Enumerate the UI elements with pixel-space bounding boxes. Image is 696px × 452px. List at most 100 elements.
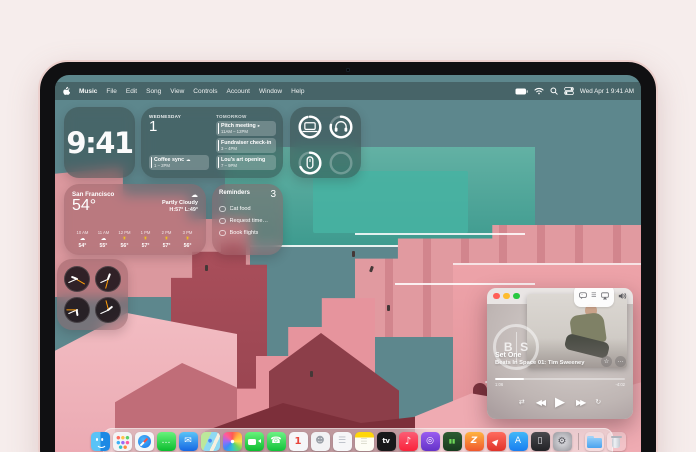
dock-contacts-icon[interactable]: ☻ bbox=[311, 432, 330, 451]
dock: …✉●☎1☻☰☰tv♪◎▮▮Z▲A▯⚙ bbox=[103, 428, 613, 452]
reminder-text: Request time… bbox=[230, 218, 269, 224]
reminder-checkbox[interactable] bbox=[219, 206, 226, 213]
reminder-item[interactable]: Request time… bbox=[219, 218, 276, 225]
calendar-event[interactable]: Fundraiser check-in3 – 4PM bbox=[216, 138, 276, 153]
reminder-checkbox[interactable] bbox=[219, 230, 226, 237]
dock-downloads-folder-icon[interactable] bbox=[585, 432, 604, 451]
reminders-count: 3 bbox=[270, 190, 276, 200]
transport-controls: ⇄◀◀▶▶▶↻ bbox=[487, 388, 633, 416]
play-button[interactable]: ▶ bbox=[555, 394, 565, 410]
volume-icon[interactable] bbox=[618, 288, 627, 305]
menu-clock[interactable]: Wed Apr 1 9:41 AM bbox=[580, 88, 634, 95]
close-button[interactable] bbox=[493, 293, 500, 300]
airplay-icon[interactable] bbox=[601, 288, 609, 305]
weather-hour: 3 PM☀56° bbox=[177, 230, 198, 249]
calendar-day: 1 bbox=[149, 119, 209, 135]
menu-item-controls[interactable]: Controls bbox=[193, 88, 217, 95]
dock-music-icon[interactable]: ♪ bbox=[399, 432, 418, 451]
minimize-button[interactable] bbox=[503, 293, 510, 300]
dock-notes-icon[interactable]: ☰ bbox=[355, 432, 374, 451]
widget-clock[interactable]: 9:41 bbox=[64, 107, 135, 178]
battery-icon[interactable] bbox=[515, 88, 528, 95]
dock-maps-icon[interactable]: ● bbox=[201, 432, 220, 451]
calendar-event[interactable]: Lou's art opening7 – 9PM bbox=[216, 155, 276, 170]
analog-clock bbox=[64, 266, 90, 292]
lyrics-icon[interactable]: “ bbox=[579, 288, 587, 305]
menu-item-file[interactable]: File bbox=[106, 88, 116, 95]
dock-mail-icon[interactable]: ✉ bbox=[179, 432, 198, 451]
widget-calendar[interactable]: WEDNESDAY 1 Coffee sync☁1 – 2PM TOMORROW… bbox=[141, 107, 283, 178]
weather-hourly-forecast: 10 AM☁54°11 AM☁55°12 PM☀56°1 PM☀57°2 PM☀… bbox=[72, 230, 198, 249]
weather-hour: 11 AM☁55° bbox=[93, 230, 114, 249]
wifi-icon[interactable] bbox=[534, 87, 544, 95]
reminder-item[interactable]: Cat food bbox=[219, 206, 276, 213]
dock-finder-icon[interactable] bbox=[91, 432, 110, 451]
music-player-window[interactable]: “ ☰ BS Set One Beats bbox=[487, 288, 633, 419]
camera bbox=[346, 68, 350, 72]
battery-ring-headphones bbox=[326, 112, 356, 147]
dock-trash-icon[interactable] bbox=[607, 432, 626, 451]
menu-item-window[interactable]: Window bbox=[259, 88, 282, 95]
dock-apple-tv-icon[interactable]: tv bbox=[377, 432, 396, 451]
reminder-text: Cat food bbox=[230, 206, 251, 212]
calendar-event[interactable]: Coffee sync☁1 – 2PM bbox=[149, 155, 209, 170]
menu-item-account[interactable]: Account bbox=[227, 88, 251, 95]
widget-world-clock[interactable] bbox=[57, 259, 128, 330]
dock-safari-icon[interactable] bbox=[135, 432, 154, 451]
dock-iphone-mirroring-icon[interactable]: ▯ bbox=[531, 432, 550, 451]
widget-batteries[interactable] bbox=[290, 107, 361, 178]
widget-reminders[interactable]: Reminders 3 Cat foodRequest time…Book fl… bbox=[212, 184, 283, 255]
next-button[interactable]: ▶▶ bbox=[576, 398, 584, 407]
menu-item-song[interactable]: Song bbox=[146, 88, 161, 95]
dock-photos-icon[interactable] bbox=[223, 432, 242, 451]
menu-item-edit[interactable]: Edit bbox=[126, 88, 137, 95]
dock-divider bbox=[578, 433, 579, 450]
dock-game-green-icon[interactable]: ▮▮ bbox=[443, 432, 462, 451]
calendar-today-events: Coffee sync☁1 – 2PM bbox=[149, 155, 209, 172]
dock-calendar-icon[interactable]: 1 bbox=[289, 432, 308, 451]
battery-ring-mouse bbox=[295, 148, 325, 183]
weather-hour: 1 PM☀57° bbox=[135, 230, 156, 249]
clock-time: 9:41 bbox=[66, 126, 132, 160]
elapsed-time: 1:06 bbox=[495, 382, 503, 387]
control-center-icon[interactable] bbox=[564, 87, 574, 95]
dock-messages-icon[interactable]: … bbox=[157, 432, 176, 451]
dock-apps: …✉●☎1☻☰☰tv♪◎▮▮Z▲A▯⚙ bbox=[91, 432, 626, 451]
dock-settings-icon[interactable]: ⚙ bbox=[553, 432, 572, 451]
repeat-button[interactable]: ↻ bbox=[595, 398, 601, 406]
weather-high-low: H:57° L:49° bbox=[169, 207, 198, 213]
dock-podcasts-icon[interactable]: ◎ bbox=[421, 432, 440, 451]
progress-fill bbox=[495, 378, 524, 380]
menu-item-help[interactable]: Help bbox=[291, 88, 304, 95]
dock-app-rocket-icon[interactable]: ▲ bbox=[487, 432, 506, 451]
weather-hour: 12 PM☀56° bbox=[114, 230, 135, 249]
analog-clock bbox=[95, 266, 121, 292]
weather-condition-icon: ☁ bbox=[191, 191, 198, 199]
reminder-checkbox[interactable] bbox=[219, 218, 226, 225]
dock-app-store-icon[interactable]: A bbox=[509, 432, 528, 451]
dock-app-z-icon[interactable]: Z bbox=[465, 432, 484, 451]
calendar-event[interactable]: Pitch meeting▸11AM – 12PM bbox=[216, 121, 276, 136]
queue-icon[interactable]: ☰ bbox=[591, 293, 596, 299]
reminder-item[interactable]: Book flights bbox=[219, 230, 276, 237]
search-icon[interactable] bbox=[550, 87, 558, 95]
reminder-text: Book flights bbox=[230, 230, 259, 236]
analog-clock bbox=[95, 297, 121, 323]
dock-reminders-icon[interactable]: ☰ bbox=[333, 432, 352, 451]
previous-button[interactable]: ◀◀ bbox=[536, 398, 544, 407]
widget-weather[interactable]: San Francisco 54° ☁ Partly Cloudy H:57° … bbox=[64, 184, 206, 255]
more-button[interactable]: ··· bbox=[615, 356, 626, 367]
shuffle-button[interactable]: ⇄ bbox=[519, 398, 525, 406]
zoom-button[interactable] bbox=[513, 293, 520, 300]
dock-facetime-icon[interactable] bbox=[245, 432, 264, 451]
favorite-button[interactable]: ☆ bbox=[601, 356, 612, 367]
menu-item-view[interactable]: View bbox=[170, 88, 184, 95]
progress-bar[interactable]: 1:06 -4:02 bbox=[495, 378, 625, 387]
dock-phone-icon[interactable]: ☎ bbox=[267, 432, 286, 451]
apple-menu[interactable] bbox=[62, 86, 70, 97]
menu-items: File Edit Song View Controls Account Window Hel… bbox=[106, 88, 304, 95]
battery-ring-laptop bbox=[295, 112, 325, 147]
calendar-weekday: WEDNESDAY bbox=[149, 114, 209, 119]
dock-launchpad-icon[interactable] bbox=[113, 432, 132, 451]
menu-app-name[interactable]: Music bbox=[79, 88, 97, 95]
